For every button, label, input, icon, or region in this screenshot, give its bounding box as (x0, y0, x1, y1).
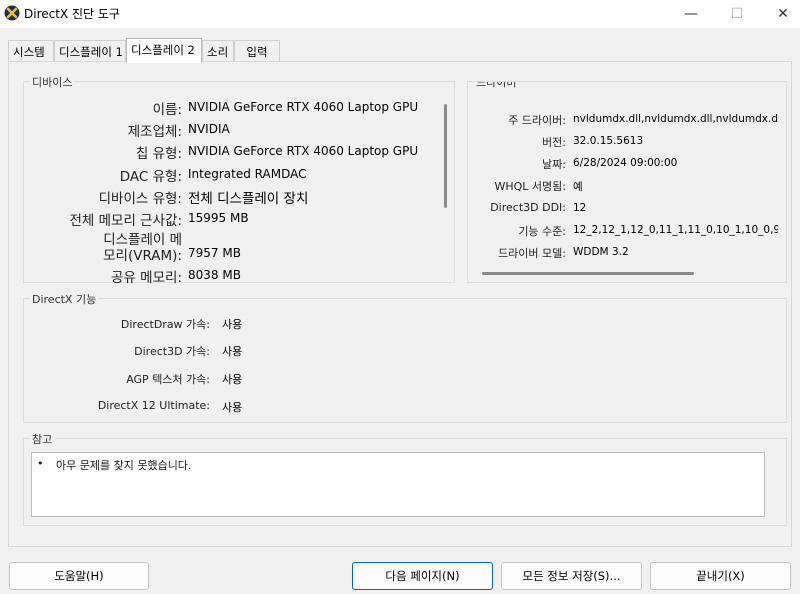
driver-group: 드라이버 주 드라이버: nvldumdx.dll,nvldumdx.dll,n… (467, 81, 787, 283)
direct3d-label: Direct3D 가속: (134, 345, 210, 358)
whql-label: WHQL 서명됨: (494, 180, 567, 193)
dac-type-value: Integrated RAMDAC (188, 167, 307, 181)
device-group-title: 디바이스 (30, 74, 75, 90)
directdraw-value: 사용 (222, 318, 243, 331)
tab-display-2[interactable]: 디스플레이 2 (126, 38, 202, 63)
features-group-title: DirectX 기능 (30, 291, 99, 307)
total-memory-value: 15995 MB (188, 211, 249, 225)
chip-type-label: 칩 유형: (135, 146, 182, 162)
tab-system[interactable]: 시스템 (8, 40, 54, 62)
driver-group-title: 드라이버 (474, 82, 519, 90)
maximize-icon: ☐ (730, 6, 744, 22)
maximize-button[interactable]: ☐ (714, 0, 760, 28)
version-value: 32.0.15.5613 (573, 135, 644, 147)
dx12-ultimate-label: DirectX 12 Ultimate: (97, 399, 210, 412)
manufacturer-label: 제조업체: (127, 124, 182, 140)
shared-memory-value: 8038 MB (188, 268, 241, 282)
shared-memory-label: 공유 메모리: (111, 270, 182, 286)
minimize-icon: — (684, 6, 698, 22)
device-type-value: 전체 디스플레이 장치 (188, 191, 309, 207)
bullet-icon: • (37, 457, 44, 470)
total-memory-label: 전체 메모리 근사값: (69, 213, 183, 229)
notes-group: 참고 • 아무 문제를 찾지 못했습니다. (23, 431, 787, 526)
device-name-label: 이름: (152, 102, 182, 118)
tab-sound[interactable]: 소리 (202, 40, 234, 62)
feature-level-value: 12_2,12_1,12_0,11_1,11_0,10_1,10_0,9_3,9… (573, 224, 778, 236)
agp-texture-value: 사용 (222, 373, 243, 386)
minimize-button[interactable]: — (668, 0, 714, 28)
dac-type-label: DAC 유형: (119, 169, 182, 185)
version-label: 버전: (542, 136, 566, 149)
close-icon: ✕ (777, 6, 789, 22)
d3d-ddi-label: Direct3D DDI: (490, 201, 566, 214)
close-button[interactable]: ✕ (760, 0, 800, 28)
directdraw-label: DirectDraw 가속: (120, 318, 210, 331)
device-name-value: NVIDIA GeForce RTX 4060 Laptop GPU (188, 100, 419, 114)
next-page-button[interactable]: 다음 페이지(N) (352, 562, 493, 590)
save-all-info-button[interactable]: 모든 정보 저장(S)... (501, 562, 642, 590)
feature-level-label: 기능 수준: (518, 225, 566, 238)
driver-model-label: 드라이버 모델: (498, 247, 566, 260)
notes-textbox[interactable]: • 아무 문제를 찾지 못했습니다. (31, 452, 765, 517)
main-driver-value: nvldumdx.dll,nvldumdx.dll,nvldumdx.dll,n (573, 113, 778, 125)
device-type-label: 디바이스 유형: (98, 191, 182, 207)
whql-value: 예 (573, 181, 583, 193)
driver-model-value: WDDM 3.2 (573, 246, 629, 258)
tab-display-1[interactable]: 디스플레이 1 (54, 40, 126, 62)
title-bar: DirectX 진단 도구 — ☐ ✕ (0, 0, 800, 28)
vram-value: 7957 MB (188, 246, 241, 260)
directx-features-group: DirectX 기능 DirectDraw 가속: 사용 Direct3D 가속… (23, 291, 787, 423)
date-value: 6/28/2024 09:00:00 (573, 157, 678, 169)
chip-type-value: NVIDIA GeForce RTX 4060 Laptop GPU (188, 144, 419, 158)
notes-item: 아무 문제를 찾지 못했습니다. (56, 459, 192, 472)
direct3d-value: 사용 (222, 345, 243, 358)
notes-group-title: 참고 (30, 431, 55, 447)
directx-app-icon (4, 5, 20, 21)
tab-input[interactable]: 입력 (234, 40, 280, 62)
dx12-ultimate-value: 사용 (222, 401, 243, 414)
main-driver-label: 주 드라이버: (508, 114, 566, 127)
device-group: 디바이스 이름: NVIDIA GeForce RTX 4060 Laptop … (23, 74, 455, 286)
vram-label-line2: 모리(VRAM): (103, 248, 182, 264)
tab-panel: 디바이스 이름: NVIDIA GeForce RTX 4060 Laptop … (8, 61, 792, 547)
exit-button[interactable]: 끝내기(X) (650, 562, 791, 590)
vertical-scrollbar[interactable] (444, 104, 447, 208)
d3d-ddi-value: 12 (573, 202, 587, 214)
help-button[interactable]: 도움말(H) (9, 562, 149, 590)
date-label: 날짜: (542, 158, 566, 171)
horizontal-scrollbar[interactable] (482, 272, 694, 275)
window-title: DirectX 진단 도구 (24, 7, 120, 21)
agp-texture-label: AGP 텍스처 가속: (126, 373, 210, 386)
manufacturer-value: NVIDIA (188, 122, 230, 136)
